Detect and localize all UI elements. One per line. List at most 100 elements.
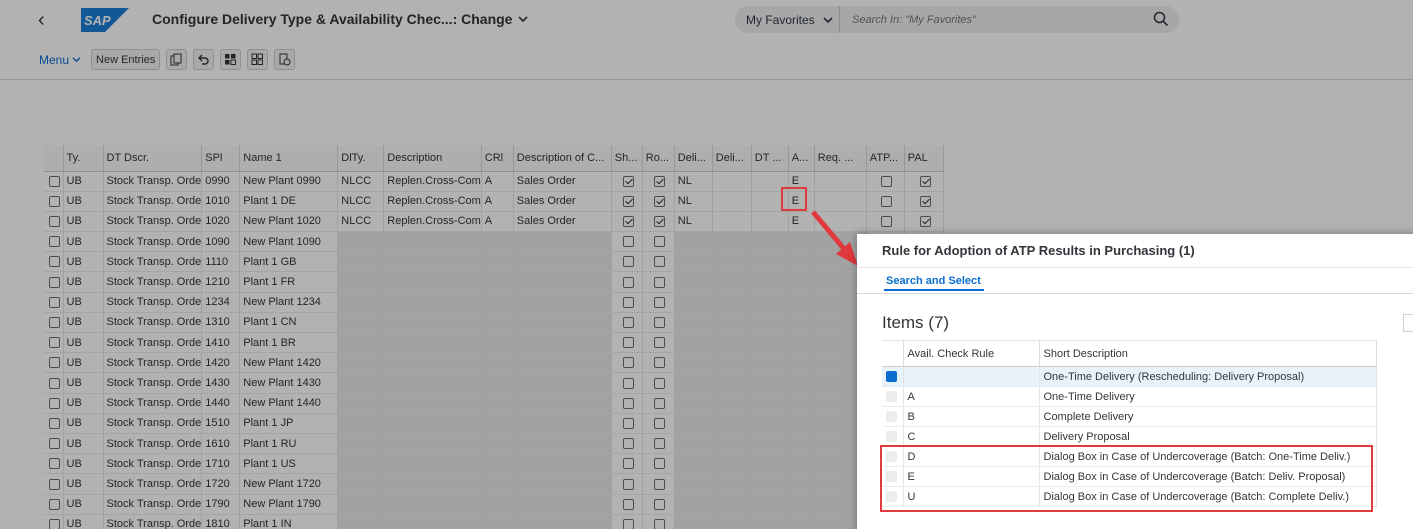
row-select-checkbox[interactable]: [44, 271, 64, 293]
route-checkbox[interactable]: [642, 433, 675, 455]
column-header[interactable]: SPl: [201, 145, 241, 172]
cell-a[interactable]: [788, 494, 815, 515]
cell-desc[interactable]: Replen.Cross-Com: [383, 191, 482, 212]
list-item[interactable]: B Complete Delivery: [882, 406, 1377, 427]
details-button[interactable]: [274, 49, 296, 70]
column-header[interactable]: Name 1: [239, 145, 339, 172]
cell-deli2[interactable]: [712, 352, 752, 374]
shipping-checkbox[interactable]: [611, 413, 643, 434]
cell-deli[interactable]: [674, 433, 713, 455]
cell-dlty[interactable]: [337, 433, 385, 455]
row-select-checkbox[interactable]: [44, 332, 64, 354]
cell-dt[interactable]: [751, 332, 789, 354]
table-row[interactable]: UB Stock Transp. Orde 1710 Plant 1 US: [44, 453, 944, 475]
cell-a[interactable]: [788, 372, 815, 394]
row-select-checkbox[interactable]: [44, 453, 64, 475]
cell-deli[interactable]: [674, 514, 713, 529]
item-select-indicator[interactable]: [882, 386, 904, 407]
shipping-checkbox[interactable]: [611, 393, 643, 414]
cell-dlty[interactable]: [337, 413, 385, 434]
cell-deli2[interactable]: [712, 453, 752, 475]
cell-crl[interactable]: [481, 332, 514, 354]
route-checkbox[interactable]: [642, 231, 675, 253]
cell-deli2[interactable]: [712, 494, 752, 515]
column-header[interactable]: Req. ...: [814, 145, 867, 172]
route-checkbox[interactable]: [642, 473, 675, 495]
undo-button[interactable]: [193, 49, 215, 70]
column-header[interactable]: DT ...: [751, 145, 789, 172]
search-input[interactable]: [852, 13, 1132, 26]
cell-descc[interactable]: [513, 271, 612, 293]
cell-dt[interactable]: [751, 514, 789, 529]
shipping-checkbox[interactable]: [611, 494, 643, 515]
route-checkbox[interactable]: [642, 271, 675, 293]
cell-deli[interactable]: [674, 332, 713, 354]
atp-checkbox[interactable]: [866, 211, 905, 233]
cell-deli[interactable]: NL: [674, 211, 713, 233]
pal-checkbox[interactable]: [904, 171, 944, 192]
cell-req[interactable]: [814, 171, 867, 192]
cell-deli[interactable]: [674, 473, 713, 495]
cell-dlty[interactable]: [337, 393, 385, 414]
shipping-checkbox[interactable]: [611, 191, 643, 212]
cell-crl[interactable]: [481, 473, 514, 495]
cell-deli2[interactable]: [712, 413, 752, 434]
cell-deli2[interactable]: [712, 171, 752, 192]
cell-descc[interactable]: [513, 231, 612, 253]
cell-crl[interactable]: [481, 413, 514, 434]
row-select-checkbox[interactable]: [44, 433, 64, 455]
column-header[interactable]: Description of C...: [513, 145, 612, 172]
cell-deli2[interactable]: [712, 191, 752, 212]
cell-crl[interactable]: A: [481, 171, 514, 192]
row-select-checkbox[interactable]: [44, 413, 64, 434]
cell-dt[interactable]: [751, 393, 789, 414]
table-row[interactable]: UB Stock Transp. Orde 0990 New Plant 0990 NL…: [44, 171, 944, 192]
cell-descc[interactable]: [513, 433, 612, 455]
cell-deli[interactable]: [674, 312, 713, 334]
cell-a[interactable]: [788, 352, 815, 374]
cell-descc[interactable]: [513, 332, 612, 354]
cell-a[interactable]: [788, 453, 815, 475]
cell-crl[interactable]: [481, 494, 514, 515]
row-select-checkbox[interactable]: [44, 292, 64, 313]
shipping-checkbox[interactable]: [611, 231, 643, 253]
cell-dt[interactable]: [751, 271, 789, 293]
cell-crl[interactable]: [481, 514, 514, 529]
cell-deli2[interactable]: [712, 211, 752, 233]
table-row[interactable]: UB Stock Transp. Orde 1090 New Plant 1090: [44, 231, 944, 253]
route-checkbox[interactable]: [642, 171, 675, 192]
cell-deli[interactable]: [674, 292, 713, 313]
cell-descc[interactable]: [513, 514, 612, 529]
cell-crl[interactable]: A: [481, 211, 514, 233]
cell-dlty[interactable]: [337, 352, 385, 374]
row-select-checkbox[interactable]: [44, 211, 64, 233]
cell-descc[interactable]: Sales Order: [513, 171, 612, 192]
cell-deli2[interactable]: [712, 433, 752, 455]
cell-dt[interactable]: [751, 352, 789, 374]
table-row[interactable]: UB Stock Transp. Orde 1420 New Plant 1420: [44, 352, 944, 374]
table-row[interactable]: UB Stock Transp. Orde 1440 New Plant 1440: [44, 393, 944, 414]
row-select-checkbox[interactable]: [44, 171, 64, 192]
cell-crl[interactable]: [481, 251, 514, 273]
search-icon[interactable]: [1153, 11, 1169, 27]
column-header[interactable]: DT Dscr.: [103, 145, 203, 172]
cell-dt[interactable]: [751, 473, 789, 495]
column-header[interactable]: Ty.: [63, 145, 104, 172]
row-select-checkbox[interactable]: [44, 251, 64, 273]
cell-a[interactable]: [788, 433, 815, 455]
route-checkbox[interactable]: [642, 372, 675, 394]
cell-deli2[interactable]: [712, 231, 752, 253]
table-row[interactable]: UB Stock Transp. Orde 1210 Plant 1 FR: [44, 271, 944, 293]
cell-desc[interactable]: [383, 312, 482, 334]
cell-dlty[interactable]: [337, 494, 385, 515]
cell-dt[interactable]: [751, 413, 789, 434]
atp-checkbox[interactable]: [866, 171, 905, 192]
route-checkbox[interactable]: [642, 332, 675, 354]
cell-crl[interactable]: [481, 271, 514, 293]
cell-descc[interactable]: [513, 292, 612, 313]
cell-a[interactable]: E: [788, 211, 815, 233]
list-item[interactable]: One-Time Delivery (Rescheduling: Deliver…: [882, 366, 1377, 387]
cell-crl[interactable]: A: [481, 191, 514, 212]
column-header[interactable]: DlTy.: [337, 145, 385, 172]
item-select-indicator[interactable]: [882, 426, 904, 447]
